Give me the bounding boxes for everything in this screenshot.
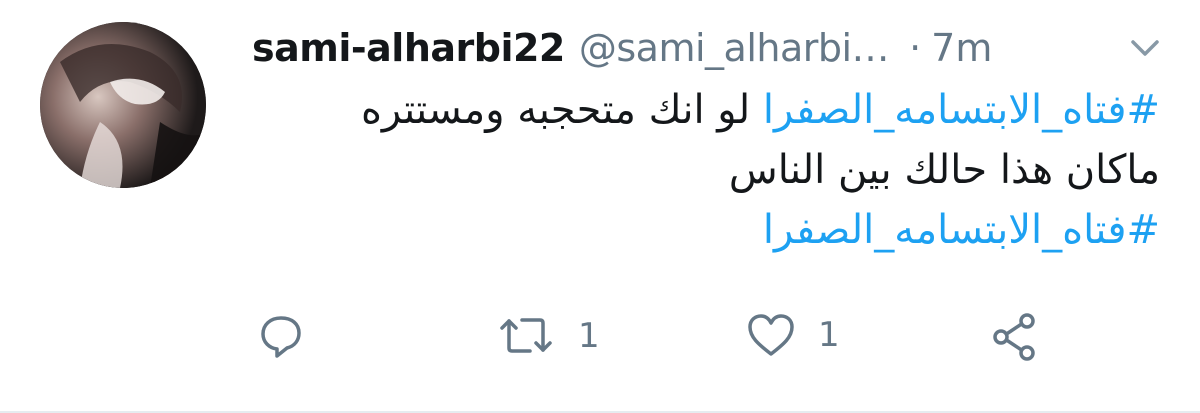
separator-dot: · — [909, 26, 922, 70]
hashtag-link[interactable]: #فتاه_الابتسامه_الصفرا — [763, 87, 1160, 133]
chevron-down-icon[interactable] — [1130, 37, 1160, 59]
hashtag-link[interactable]: #فتاه_الابتسامه_الصفرا — [763, 207, 1160, 253]
reply-icon — [261, 316, 301, 358]
tweet-line-1: #فتاه_الابتسامه_الصفرا لو انك متحجبه ومس… — [252, 80, 1160, 140]
tweet-line-2: ماكان هذا حالك بين الناس — [728, 147, 1160, 193]
retweet-icon — [500, 318, 552, 353]
tweet-card[interactable]: sami-alharbi22 @sami_alharbi… · 7m #فتاه… — [0, 0, 1200, 413]
timestamp[interactable]: 7m — [931, 26, 992, 70]
like-button[interactable]: 1 — [746, 312, 840, 358]
tweet-actions: 1 1 — [0, 300, 1200, 380]
user-handle[interactable]: @sami_alharbi… — [579, 26, 890, 70]
avatar[interactable] — [40, 22, 206, 188]
avatar-image — [40, 22, 206, 188]
heart-icon — [748, 314, 794, 356]
share-icon — [993, 313, 1035, 361]
reply-button[interactable] — [258, 312, 304, 360]
tweet-header: sami-alharbi22 @sami_alharbi… · 7m — [252, 20, 1172, 76]
tweet-text: #فتاه_الابتسامه_الصفرا لو انك متحجبه ومس… — [252, 80, 1160, 260]
share-button[interactable] — [990, 312, 1040, 362]
display-name[interactable]: sami-alharbi22 — [252, 26, 565, 70]
tweet-line-3: #فتاه_الابتسامه_الصفرا — [252, 200, 1160, 260]
retweet-button[interactable]: 1 — [496, 312, 600, 360]
like-count: 1 — [818, 315, 840, 355]
tweet-text-segment: لو انك متحجبه ومستتره — [360, 87, 751, 133]
retweet-count: 1 — [578, 316, 600, 356]
